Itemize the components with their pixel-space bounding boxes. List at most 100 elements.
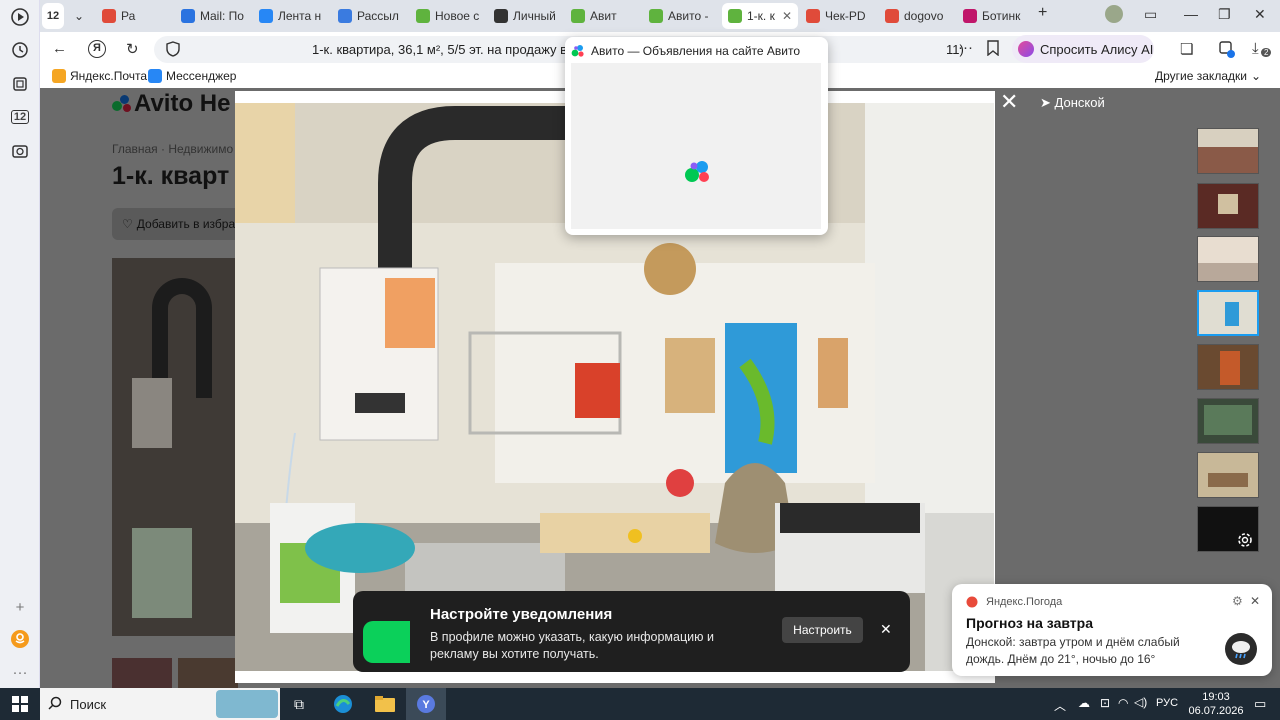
bookmark-yandex-mail[interactable]: Яндекс.Почта <box>52 69 147 83</box>
tab-1[interactable]: Mail: По <box>175 3 251 29</box>
other-bookmarks[interactable]: Другие закладки ⌄ <box>1155 69 1261 83</box>
bookmark-icon[interactable] <box>986 40 1000 60</box>
address-text: 1-к. квартира, 36,1 м², 5/5 эт. на прода… <box>312 42 580 57</box>
gallery-thumb[interactable] <box>1197 236 1259 282</box>
gallery-thumb[interactable] <box>1197 344 1259 390</box>
notification-graphic <box>363 621 410 663</box>
tab-11[interactable]: Ботинк <box>957 3 1033 29</box>
history-icon[interactable] <box>8 38 32 62</box>
pdf-icon <box>885 9 899 23</box>
gallery-thumb[interactable] <box>1197 128 1259 174</box>
tab-3[interactable]: Рассыл <box>332 3 408 29</box>
tab-title: Чек-PD <box>825 9 866 23</box>
clock[interactable]: 19:03 06.07.2026 <box>1186 690 1246 718</box>
listing-thumb[interactable] <box>178 658 238 688</box>
tabs-counter-icon[interactable]: 12 <box>8 105 32 129</box>
search-icon <box>48 696 62 713</box>
volume-icon[interactable]: ◁) <box>1134 695 1147 709</box>
edge-icon[interactable] <box>330 692 356 716</box>
play-icon[interactable] <box>8 5 32 29</box>
file-explorer-icon[interactable] <box>372 692 398 716</box>
collections-icon[interactable] <box>8 72 32 96</box>
avito-logo[interactable]: Avito Не <box>112 90 230 118</box>
taskbar-search[interactable]: Поиск <box>40 688 280 720</box>
settings-icon[interactable]: ⚙ <box>1232 594 1243 608</box>
gallery-thumb[interactable] <box>1197 398 1259 444</box>
tab-strip: 12 ⌄ Ра Mail: По Лента н Рассыл Новое с Личны… <box>40 0 1280 32</box>
notification-banner: Настройте уведомления В профиле можно ук… <box>353 591 910 672</box>
minimize-button[interactable]: — <box>1184 6 1198 22</box>
extensions-icon[interactable]: ❏ <box>1180 40 1193 58</box>
language-indicator[interactable]: РУС <box>1156 697 1178 709</box>
tab-9[interactable]: Чек-PD <box>800 3 876 29</box>
configure-button[interactable]: Настроить <box>782 617 863 643</box>
location-label[interactable]: ➤ Донской <box>1040 95 1105 111</box>
mail-icon <box>52 69 66 83</box>
windows-start-icon[interactable] <box>12 696 28 715</box>
bookmark-tab-icon[interactable]: ▭ <box>1144 6 1157 23</box>
network-icon[interactable]: ⊡ <box>1100 696 1110 710</box>
screenshot-icon[interactable] <box>8 139 32 163</box>
close-toast-icon[interactable]: ✕ <box>1250 594 1260 608</box>
more-icon[interactable]: ··· <box>8 660 32 684</box>
tab-title: Личный <box>513 9 556 23</box>
close-window-button[interactable]: ✕ <box>1254 6 1266 23</box>
notifications-icon[interactable]: ▭ <box>1254 696 1266 712</box>
gallery-thumb-more[interactable] <box>1197 506 1259 552</box>
tab-7[interactable]: Авито - <box>643 3 719 29</box>
breadcrumb[interactable]: Главная · Недвижимо <box>112 142 233 156</box>
at-icon <box>181 9 195 23</box>
onedrive-icon[interactable]: ☁ <box>1078 696 1090 710</box>
listing-main-photo[interactable] <box>112 258 236 636</box>
location-arrow-icon: ➤ <box>1040 95 1051 110</box>
tab-title: Лента н <box>278 9 322 23</box>
more-dots-icon[interactable]: ··· <box>958 39 973 56</box>
tab-2[interactable]: Лента н <box>253 3 329 29</box>
popup-loading-area <box>571 63 821 229</box>
wifi-icon[interactable]: ◠ <box>1118 696 1128 710</box>
close-tab-icon[interactable]: ✕ <box>782 9 792 23</box>
yandex-icon[interactable]: Я <box>88 38 106 58</box>
gear-icon <box>1236 531 1254 551</box>
listing-thumb[interactable] <box>112 658 172 688</box>
shield-icon <box>166 41 180 60</box>
gallery-thumb[interactable] <box>1197 183 1259 229</box>
new-tab-button[interactable]: + <box>1038 4 1047 22</box>
envelope-icon <box>338 9 352 23</box>
tiktok-icon <box>494 9 508 23</box>
weather-body: Донской: завтра утром и днём слабый дожд… <box>966 635 1180 666</box>
tab-4[interactable]: Новое с <box>410 3 486 29</box>
yandex-browser-taskbar-icon[interactable]: Y <box>406 688 446 720</box>
avito-icon <box>571 44 585 61</box>
chevron-up-icon[interactable]: ︿ <box>1054 697 1066 714</box>
back-icon[interactable]: ← <box>52 40 67 57</box>
odnoklassniki-icon[interactable] <box>8 627 32 651</box>
yandex-weather-icon <box>966 596 978 611</box>
add-to-favorites-button[interactable]: ♡ Добавить в избран <box>112 208 242 240</box>
tab-6[interactable]: Авит <box>565 3 641 29</box>
add-icon[interactable]: + <box>8 595 32 619</box>
gallery-thumb-selected[interactable] <box>1197 290 1259 336</box>
tab-5[interactable]: Личный <box>488 3 564 29</box>
gallery-thumb[interactable] <box>1197 452 1259 498</box>
bookmark-messenger[interactable]: Мессенджер <box>148 69 236 83</box>
tab-list-button[interactable]: ⌄ <box>68 3 90 29</box>
ask-alice-button[interactable]: Спросить Алису AI <box>1012 35 1154 63</box>
tab-title: 1-к. к <box>747 9 775 23</box>
close-notification-icon[interactable]: ✕ <box>880 621 892 638</box>
downloads-icon[interactable]: ⤓ 2 <box>1252 40 1272 57</box>
translate-icon[interactable] <box>1218 40 1236 62</box>
weather-toast[interactable]: Яндекс.Погода ⚙ ✕ Прогноз на завтра Донс… <box>952 584 1272 676</box>
close-viewer-button[interactable]: ✕ <box>1000 91 1018 113</box>
tab-10[interactable]: dogovo <box>879 3 955 29</box>
tab-0[interactable]: Ра <box>96 3 172 29</box>
reload-icon[interactable]: ↻ <box>126 40 139 58</box>
maximize-button[interactable]: ❐ <box>1218 6 1231 23</box>
task-view-icon[interactable]: ⧉ <box>286 692 312 716</box>
profile-avatar[interactable] <box>1105 5 1123 26</box>
tab-group-counter[interactable]: 12 <box>42 3 64 29</box>
tab-title: Ботинк <box>982 9 1021 23</box>
heart-icon: ♡ <box>122 217 133 231</box>
avito-logo-icon <box>683 159 713 188</box>
tab-8[interactable]: 1-к. к ✕ <box>722 3 798 29</box>
